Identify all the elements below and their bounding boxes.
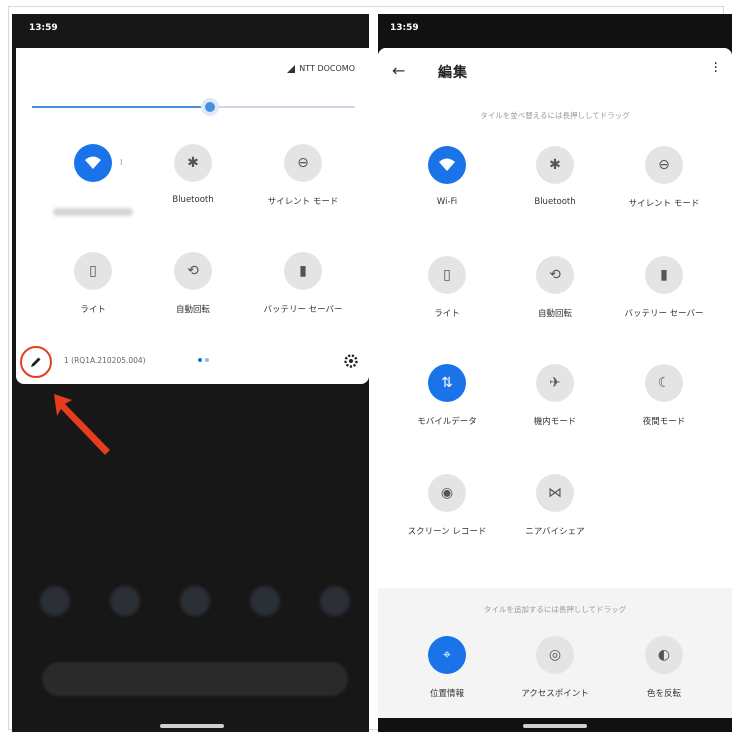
brightness-slider[interactable]: [32, 98, 355, 116]
flashlight-icon: ▯: [428, 256, 466, 294]
tile-battery-saver[interactable]: ▮ バッテリー セーバー: [609, 256, 719, 319]
quick-settings-footer: 1 (RQ1A.210205.004): [16, 344, 369, 380]
hotspot-icon: ◎: [536, 636, 574, 674]
tile-night-mode[interactable]: ☾ 夜間モード: [609, 364, 719, 427]
pointer-arrow: [54, 394, 110, 455]
available-tiles-area: タイルを追加するには長押ししてドラッグ ⌖ 位置情報 ◎ アクセスポイント ◐ …: [378, 588, 732, 718]
battery-saver-icon: ▮: [284, 252, 322, 290]
do-not-disturb-icon: ⊖: [645, 146, 683, 184]
tile-label: モバイルデータ: [417, 417, 477, 427]
edit-tiles-screen: 13:59 ← 編集 · · · タイルを並べ替えるには長押ししてドラッグ Wi-F…: [378, 14, 732, 732]
add-hint: タイルを追加するには長押ししてドラッグ: [483, 605, 627, 614]
tile-do-not-disturb[interactable]: ⊖ サイレント モード: [248, 144, 358, 207]
status-time: 13:59: [390, 23, 419, 33]
app-icon: [40, 586, 70, 616]
tile-invert-colors[interactable]: ◐ 色を反転: [609, 636, 719, 699]
tile-flashlight[interactable]: ▯ ライト: [38, 252, 148, 315]
tile-flashlight[interactable]: ▯ ライト: [392, 256, 502, 319]
tile-label: 夜間モード: [642, 417, 686, 427]
battery-saver-icon: ▮: [645, 256, 683, 294]
app-icon: [250, 586, 280, 616]
back-arrow-icon[interactable]: ←: [392, 61, 405, 80]
home-search-bar-blurred: [42, 662, 348, 696]
tile-label: 自動回転: [537, 309, 572, 319]
carrier-name: NTT DOCOMO: [299, 64, 355, 73]
gesture-nav-bar[interactable]: [160, 724, 224, 728]
tile-auto-rotate[interactable]: ⟲ 自動回転: [138, 252, 248, 315]
auto-rotate-icon: ⟲: [536, 256, 574, 294]
signal-icon: [287, 64, 296, 73]
tile-nearby-share[interactable]: ⋈ ニアバイシェア: [500, 474, 610, 537]
tile-label: アクセスポイント: [521, 689, 589, 699]
tile-hotspot[interactable]: ◎ アクセスポイント: [500, 636, 610, 699]
nearby-share-icon: ⋈: [536, 474, 574, 512]
tile-label: ライト: [434, 309, 460, 319]
brightness-fill: [32, 106, 210, 108]
do-not-disturb-icon: ⊖: [284, 144, 322, 182]
app-icon: [320, 586, 350, 616]
tile-label: ライト: [80, 305, 106, 315]
reorder-hint: タイルを並べ替えるには長押ししてドラッグ: [480, 111, 630, 120]
tile-label: サイレント モード: [267, 197, 339, 207]
carrier-status: NTT DOCOMO: [287, 64, 355, 73]
page-title: 編集: [438, 65, 468, 81]
page-indicator: [198, 358, 209, 362]
tile-label: サイレント モード: [628, 199, 700, 209]
app-icon: [110, 586, 140, 616]
page-dot: [198, 358, 202, 362]
tile-label: 色を反転: [646, 689, 681, 699]
wifi-icon: [428, 146, 466, 184]
tile-mobile-data[interactable]: ⇅ モバイルデータ: [392, 364, 502, 427]
location-icon: ⌖: [428, 636, 466, 674]
tile-do-not-disturb[interactable]: ⊖ サイレント モード: [609, 146, 719, 209]
invert-colors-icon: ◐: [645, 636, 683, 674]
bluetooth-icon: ✱: [536, 146, 574, 184]
brightness-thumb[interactable]: [200, 98, 219, 116]
active-tiles-area: ← 編集 · · · タイルを並べ替えるには長押ししてドラッグ Wi-Fi ✱ Bl…: [378, 48, 732, 588]
status-time: 13:59: [29, 23, 58, 33]
tile-label: 位置情報: [429, 689, 464, 699]
app-icon: [180, 586, 210, 616]
tile-airplane-mode[interactable]: ✈ 機内モード: [500, 364, 610, 427]
tile-label: 自動回転: [175, 305, 210, 315]
tile-label: バッテリー セーバー: [263, 305, 343, 315]
edit-button[interactable]: [20, 346, 52, 378]
home-dock-blurred: [40, 586, 350, 616]
tile-bluetooth[interactable]: ✱ Bluetooth: [138, 144, 248, 205]
wifi-ssid-blurred: [53, 208, 133, 216]
auto-rotate-icon: ⟲: [174, 252, 212, 290]
tile-label: スクリーン レコード: [407, 527, 487, 537]
tile-auto-rotate[interactable]: ⟲ 自動回転: [500, 256, 610, 319]
gear-icon[interactable]: [343, 353, 359, 369]
quick-settings-screen: 13:59 NTT DOCOMO ⁝ ✱ Bluetooth ⊖ サイレント モ…: [12, 14, 369, 732]
tile-wifi[interactable]: ⁝: [38, 144, 148, 219]
mobile-data-icon: ⇅: [428, 364, 466, 402]
gesture-nav-bar[interactable]: [523, 724, 587, 728]
wifi-activity-icon: ⁝: [120, 158, 123, 167]
page-dot: [205, 358, 209, 362]
tile-location[interactable]: ⌖ 位置情報: [392, 636, 502, 699]
edit-panel: ← 編集 · · · タイルを並べ替えるには長押ししてドラッグ Wi-Fi ✱ Bl…: [378, 48, 732, 718]
tile-label: Wi-Fi: [436, 197, 458, 207]
tile-label: バッテリー セーバー: [624, 309, 704, 319]
bluetooth-icon: ✱: [174, 144, 212, 182]
pencil-icon: [31, 357, 41, 367]
more-vert-icon[interactable]: · · ·: [714, 57, 718, 79]
tile-wifi[interactable]: Wi-Fi: [392, 146, 502, 207]
quick-settings-panel: NTT DOCOMO ⁝ ✱ Bluetooth ⊖ サイレント モード ▯ ラ…: [16, 48, 369, 384]
tile-label: Bluetooth: [534, 197, 576, 207]
flashlight-icon: ▯: [74, 252, 112, 290]
tile-screen-record[interactable]: ◉ スクリーン レコード: [392, 474, 502, 537]
screen-record-icon: ◉: [428, 474, 466, 512]
tile-label: ニアバイシェア: [525, 527, 585, 537]
tile-label: 機内モード: [533, 417, 577, 427]
tile-label: Bluetooth: [172, 195, 214, 205]
airplane-icon: ✈: [536, 364, 574, 402]
tile-battery-saver[interactable]: ▮ バッテリー セーバー: [248, 252, 358, 315]
wifi-icon: [74, 144, 112, 182]
moon-icon: ☾: [645, 364, 683, 402]
build-number: 1 (RQ1A.210205.004): [64, 356, 146, 365]
tile-bluetooth[interactable]: ✱ Bluetooth: [500, 146, 610, 207]
